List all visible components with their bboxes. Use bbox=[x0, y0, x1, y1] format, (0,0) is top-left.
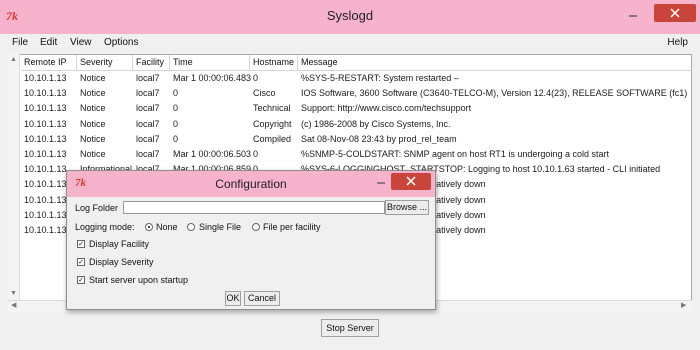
configuration-dialog: 7k Configuration Log Folder Browse ... L… bbox=[66, 170, 436, 310]
window-title: Syslogd bbox=[326, 8, 374, 23]
column-header-hostname[interactable]: Hostname bbox=[250, 55, 298, 70]
radio-none[interactable] bbox=[145, 223, 153, 231]
cell-severity: Notice bbox=[80, 133, 106, 144]
cell-remote-ip: 10.10.1.13 bbox=[24, 118, 67, 129]
cell-hostname: Copyright bbox=[253, 118, 292, 129]
title-bar[interactable]: 7k Syslogd bbox=[0, 0, 700, 34]
cell-message: Support: http://www.cisco.com/techsuppor… bbox=[301, 103, 472, 114]
display-severity-checkbox[interactable]: ✓ bbox=[77, 258, 85, 266]
syslogd-window: 7k Syslogd File Edit View Options Help ▲… bbox=[0, 0, 700, 350]
dialog-minimize-button[interactable] bbox=[372, 173, 390, 191]
close-icon bbox=[670, 8, 680, 18]
cell-time: 0 bbox=[173, 118, 179, 129]
cell-hostname: 0 bbox=[253, 149, 259, 159]
close-icon bbox=[406, 176, 416, 186]
cell-facility: local7 bbox=[136, 88, 160, 99]
cell-facility: local7 bbox=[136, 103, 160, 114]
column-header-time[interactable]: Time bbox=[170, 55, 250, 70]
start-server-checkbox[interactable]: ✓ bbox=[77, 276, 85, 284]
cell-severity: Notice bbox=[80, 73, 106, 83]
minimize-icon bbox=[377, 182, 385, 184]
cell-hostname: Technical bbox=[253, 103, 291, 114]
dialog-title-bar[interactable]: 7k Configuration bbox=[67, 171, 435, 197]
display-facility-label: Display Facility bbox=[89, 239, 150, 249]
cell-facility: local7 bbox=[136, 118, 160, 129]
menu-bar: File Edit View Options Help bbox=[0, 34, 700, 52]
scroll-up-icon[interactable]: ▲ bbox=[10, 56, 17, 64]
minimize-button[interactable] bbox=[620, 2, 646, 24]
logging-mode-label: Logging mode: bbox=[75, 222, 135, 232]
cell-time: 0 bbox=[173, 88, 179, 99]
table-row[interactable]: 10.10.1.13 Notice local7 0 Copyright (c) 1986… bbox=[21, 117, 691, 132]
cell-severity: Notice bbox=[80, 149, 106, 159]
cancel-button[interactable]: Cancel bbox=[244, 291, 280, 306]
cell-message: Sat 08-Nov-08 23:43 by prod_rel_team bbox=[301, 133, 457, 144]
stop-server-button[interactable]: Stop Server bbox=[321, 319, 379, 337]
menu-options[interactable]: Options bbox=[104, 37, 138, 48]
cell-message: (c) 1986-2008 by Cisco Systems, Inc. bbox=[301, 118, 451, 129]
vertical-scrollbar[interactable]: ▲ ▼ bbox=[8, 54, 20, 300]
cell-remote-ip: 10.10.1.13 bbox=[24, 149, 67, 159]
column-header-remote-ip[interactable]: Remote IP bbox=[21, 55, 77, 70]
cell-time: Mar 1 00:00:06.483 bbox=[173, 73, 251, 83]
cell-remote-ip: 10.10.1.13 bbox=[24, 133, 67, 144]
cell-hostname: 0 bbox=[253, 73, 259, 83]
cell-message: IOS Software, 3600 Software (C3640-TELCO… bbox=[301, 88, 688, 99]
display-severity-label: Display Severity bbox=[89, 257, 154, 267]
radio-none-label: None bbox=[156, 222, 178, 232]
menu-file[interactable]: File bbox=[12, 37, 28, 48]
menu-view[interactable]: View bbox=[70, 37, 92, 48]
table-row[interactable]: 10.10.1.13 Notice local7 0 Cisco IOS Software… bbox=[21, 86, 691, 101]
radio-single-file-label: Single File bbox=[199, 222, 242, 232]
radio-file-per-facility[interactable] bbox=[252, 223, 260, 231]
menu-edit[interactable]: Edit bbox=[40, 37, 57, 48]
maximize-icon bbox=[646, 2, 654, 24]
column-header-severity[interactable]: Severity bbox=[77, 55, 133, 70]
cell-facility: local7 bbox=[136, 149, 160, 159]
cell-time: 0 bbox=[173, 133, 179, 144]
cell-message: %SNMP-5-COLDSTART: SNMP agent on host RT… bbox=[301, 149, 609, 159]
cell-hostname: Cisco bbox=[253, 88, 276, 99]
browse-button[interactable]: Browse ... bbox=[385, 200, 429, 215]
radio-single-file[interactable] bbox=[187, 223, 195, 231]
cell-remote-ip: 10.10.1.13 bbox=[24, 103, 67, 114]
cell-severity: Notice bbox=[80, 103, 106, 114]
log-folder-input[interactable] bbox=[123, 201, 385, 214]
cell-time: 0 bbox=[173, 103, 179, 114]
radio-file-per-facility-label: File per facility bbox=[263, 222, 321, 232]
cell-severity: Notice bbox=[80, 88, 106, 99]
start-server-label: Start server upon startup bbox=[89, 275, 189, 285]
display-facility-checkbox[interactable]: ✓ bbox=[77, 240, 85, 248]
cell-time: Mar 1 00:00:06.503 bbox=[173, 149, 251, 159]
table-row[interactable]: 10.10.1.13 Notice local7 Mar 1 00:00:06.503… bbox=[21, 147, 691, 162]
close-button[interactable] bbox=[654, 4, 696, 22]
log-folder-label: Log Folder bbox=[75, 203, 119, 213]
table-row[interactable]: 10.10.1.13 Notice local7 0 Technical Support:… bbox=[21, 101, 691, 116]
cell-facility: local7 bbox=[136, 73, 160, 83]
scroll-right-icon[interactable]: ▶ bbox=[681, 302, 686, 310]
column-header-facility[interactable]: Facility bbox=[133, 55, 170, 70]
cell-facility: local7 bbox=[136, 133, 160, 144]
table-header: Remote IP Severity Facility Time Hostnam… bbox=[21, 55, 691, 71]
cell-message: %SYS-5-RESTART: System restarted – bbox=[301, 73, 459, 83]
scroll-down-icon[interactable]: ▼ bbox=[10, 290, 17, 298]
table-row[interactable]: 10.10.1.13 Notice local7 0 Compiled Sat 08-No… bbox=[21, 132, 691, 147]
cell-remote-ip: 10.10.1.13 bbox=[24, 73, 67, 83]
menu-help[interactable]: Help bbox=[667, 37, 688, 48]
column-header-message[interactable]: Message bbox=[298, 55, 691, 70]
dialog-close-button[interactable] bbox=[391, 173, 431, 190]
table-row[interactable]: 10.10.1.13 Notice local7 Mar 1 00:00:06.483… bbox=[21, 71, 691, 86]
minimize-icon bbox=[629, 15, 637, 17]
cell-remote-ip: 10.10.1.13 bbox=[24, 88, 67, 99]
cell-hostname: Compiled bbox=[253, 133, 292, 144]
scroll-left-icon[interactable]: ◀ bbox=[11, 302, 16, 310]
ok-button[interactable]: OK bbox=[225, 291, 241, 306]
cell-severity: Notice bbox=[80, 118, 106, 129]
